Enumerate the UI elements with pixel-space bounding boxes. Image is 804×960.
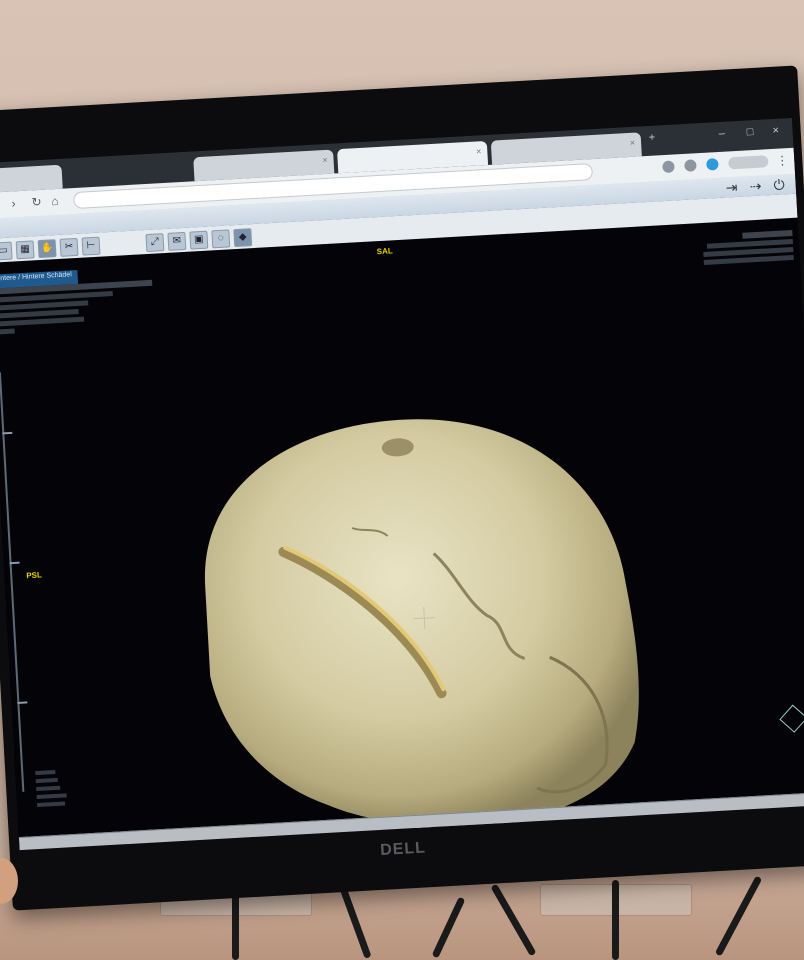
home-icon[interactable]: ⌂ (51, 194, 59, 208)
refresh-icon[interactable]: ↻ (31, 195, 42, 210)
skull-3d-rendering (156, 392, 660, 850)
cursor-icon[interactable]: ▭ (0, 241, 13, 261)
minimize-icon[interactable]: – (718, 128, 725, 140)
profile-icon[interactable] (706, 158, 719, 171)
envelope-icon[interactable]: ✉ (167, 231, 187, 251)
cable (612, 880, 619, 960)
skull-shape (205, 419, 639, 830)
close-tab-icon[interactable]: × (322, 155, 328, 165)
orientation-top-label: SAL (376, 246, 393, 257)
maximize-icon[interactable]: □ (746, 126, 753, 138)
screen: × × × + – □ × ‹ › ↻ ⌂ ⋮ (0, 117, 804, 851)
skull-svg (205, 419, 639, 845)
forward-icon[interactable]: › (11, 196, 16, 210)
bookmark-icon[interactable] (662, 160, 675, 174)
render-params-overlay (35, 768, 97, 808)
orientation-left-label: PSL (26, 570, 43, 581)
zoom-icon[interactable]: ⤢ (145, 233, 165, 253)
layout-icon[interactable]: ▦ (15, 240, 35, 260)
hand-icon[interactable]: ✋ (37, 239, 57, 259)
measure-icon[interactable]: ⊢ (81, 236, 101, 256)
close-tab-icon[interactable]: × (630, 138, 636, 148)
close-window-icon[interactable]: × (772, 125, 779, 137)
logout-icon[interactable]: ⇥ (725, 179, 738, 197)
scissors-icon[interactable]: ✂ (59, 237, 79, 257)
menu-icon[interactable]: ⋮ (776, 153, 789, 168)
share-icon[interactable]: ⇢ (749, 178, 762, 196)
camera-icon[interactable]: ▣ (189, 230, 209, 250)
new-tab-icon[interactable]: + (648, 131, 655, 143)
close-tab-icon[interactable]: × (476, 146, 482, 156)
study-info-overlay (698, 229, 796, 268)
monitor: × × × + – □ × ‹ › ↻ ⌂ ⋮ (0, 65, 804, 911)
settings-icon[interactable]: ◌ (211, 229, 231, 249)
3d-icon[interactable]: ◆ (233, 228, 253, 248)
power-icon[interactable]: ⏻ (773, 176, 785, 194)
monitor-brand-logo: DELL (379, 839, 427, 859)
account-button[interactable] (728, 155, 769, 170)
extension-icon[interactable] (684, 159, 697, 172)
